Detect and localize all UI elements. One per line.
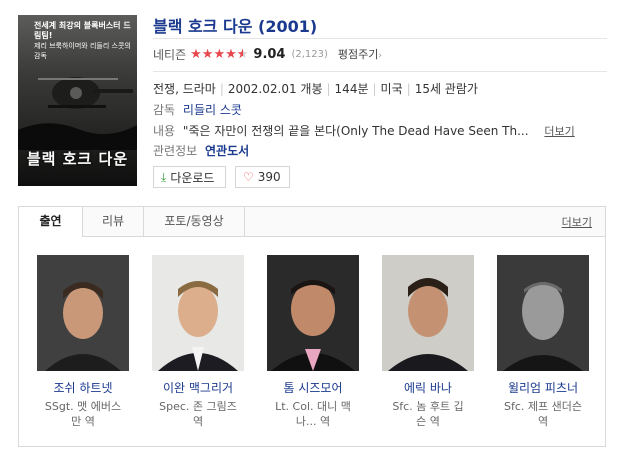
cast-item[interactable]: 윌리엄 피츠너 Sfc. 제프 샌더슨 역 — [497, 255, 589, 429]
age-rating: 15세 관람가 — [414, 82, 478, 96]
actor-role-line: SSgt. 맷 에버스 — [44, 400, 122, 413]
actor-photo[interactable] — [497, 255, 589, 371]
cast-item[interactable]: 조쉬 하트넷 SSgt. 맷 에버스 만 역 — [37, 255, 129, 429]
cast-item[interactable]: 이완 맥그리거 Spec. 존 그림즈 역 — [152, 255, 244, 429]
helicopter-graphic — [18, 77, 137, 150]
tab-photo-video[interactable]: 포토/동영상 — [144, 207, 245, 236]
actor-role: Lt. Col. 대니 맥 나... 역 — [267, 399, 359, 429]
actor-photo[interactable] — [267, 255, 359, 371]
movie-meta: 전쟁, 드라마 | 2002.02.01 개봉 | 144분 | 미국 | 15세 관람가 — [153, 82, 478, 96]
content-text: "죽은 자만이 전쟁의 끝을 본다(Only The Dead Have See… — [182, 124, 529, 138]
actor-role-line: 역 — [537, 415, 549, 428]
star-icon: ★ — [225, 46, 237, 62]
rating-row: 네티즌 ★ ★ ★ ★ ★ ★ 9.04 (2,123) 평점주기› — [153, 45, 382, 63]
star-icon: ★ — [190, 46, 202, 62]
content-row: 내용 "죽은 자만이 전쟁의 끝을 본다(Only The Dead Have … — [153, 122, 575, 139]
rate-link-label: 평점주기 — [337, 48, 379, 61]
actor-role: Sfc. 놈 후트 깁 슨 역 — [382, 399, 474, 429]
download-button[interactable]: ⤓ 다운로드 — [153, 166, 226, 188]
tab-review[interactable]: 리뷰 — [83, 207, 144, 236]
actor-role-line: 역 — [192, 415, 204, 428]
cast-panel: 출연 리뷰 포토/동영상 더보기 조쉬 하트넷 SSgt. 맷 에버스 만 역 — [18, 206, 606, 447]
actor-name[interactable]: 톰 시즈모어 — [267, 379, 359, 396]
actor-role: Spec. 존 그림즈 역 — [152, 399, 244, 429]
actor-name[interactable]: 이완 맥그리거 — [152, 379, 244, 396]
tab-bar: 출연 리뷰 포토/동영상 더보기 — [19, 207, 605, 237]
poster-title: 블랙 호크 다운 — [26, 150, 129, 168]
rating-count: (2,123) — [291, 48, 328, 60]
heart-icon: ♡ — [243, 170, 254, 184]
star-icon: ★ — [201, 46, 214, 62]
actor-name[interactable]: 윌리엄 피츠너 — [497, 379, 589, 396]
cast-item[interactable]: 톰 시즈모어 Lt. Col. 대니 맥 나... 역 — [267, 255, 359, 429]
runtime: 144분 — [334, 82, 369, 96]
divider — [153, 38, 607, 39]
related-label: 관련정보 — [153, 144, 198, 158]
star-icon: ★ — [213, 46, 226, 62]
like-button[interactable]: ♡ 390 — [235, 166, 290, 188]
rate-movie-link[interactable]: 평점주기› — [338, 46, 382, 62]
country: 미국 — [380, 82, 403, 96]
actor-name[interactable]: 조쉬 하트넷 — [37, 379, 129, 396]
content-label: 내용 — [153, 124, 176, 138]
cast-more-link[interactable]: 더보기 — [562, 214, 592, 230]
director-link[interactable]: 리들리 스콧 — [183, 103, 242, 117]
director-label: 감독 — [153, 103, 176, 117]
download-label: 다운로드 — [170, 170, 215, 185]
half-star-icon: ★ ★ — [236, 46, 249, 62]
actor-photo[interactable] — [382, 255, 474, 371]
rating-label: 네티즌 — [153, 47, 187, 62]
director-row: 감독 리들리 스콧 — [153, 101, 242, 118]
movie-title[interactable]: 블랙 호크 다운 (2001) — [153, 13, 317, 37]
movie-poster[interactable]: 전세계 최강의 블록버스터 드림팀! 제리 브룩하이머와 리들리 스콧의 감독 … — [18, 15, 137, 186]
rating-score: 9.04 — [253, 46, 286, 62]
download-icon: ⤓ — [161, 169, 167, 184]
actor-role-line: 슨 역 — [416, 415, 440, 428]
actor-role-line: 만 역 — [71, 415, 95, 428]
actor-role-line: Lt. Col. 대니 맥 — [275, 400, 351, 413]
actor-role-line: Spec. 존 그림즈 — [159, 400, 237, 413]
poster-tagline-line-1: 전세계 최강의 블록버스터 드림팀! — [34, 21, 131, 40]
actor-photo[interactable] — [152, 255, 244, 371]
actor-role-line: 나... 역 — [295, 415, 331, 428]
actor-name[interactable]: 에릭 바나 — [382, 379, 474, 396]
chevron-right-icon: › — [378, 51, 383, 61]
release-date: 2002.02.01 개봉 — [227, 82, 323, 96]
star-rating: ★ ★ ★ ★ ★ ★ — [190, 48, 248, 61]
content-more-link[interactable]: 더보기 — [544, 125, 574, 138]
divider — [153, 71, 607, 72]
like-count: 390 — [257, 170, 281, 184]
actor-role: SSgt. 맷 에버스 만 역 — [37, 399, 129, 429]
actor-role-line: Sfc. 제프 샌더슨 — [504, 400, 582, 413]
actor-photo[interactable] — [37, 255, 129, 371]
related-row: 관련정보 연관도서 — [153, 142, 249, 159]
actor-role-line: Sfc. 놈 후트 깁 — [392, 400, 464, 413]
actor-role: Sfc. 제프 샌더슨 역 — [497, 399, 589, 429]
cast-item[interactable]: 에릭 바나 Sfc. 놈 후트 깁 슨 역 — [382, 255, 474, 429]
genre: 전쟁, 드라마 — [153, 82, 216, 96]
related-books-link[interactable]: 연관도서 — [205, 144, 249, 158]
tab-cast[interactable]: 출연 — [19, 207, 83, 237]
